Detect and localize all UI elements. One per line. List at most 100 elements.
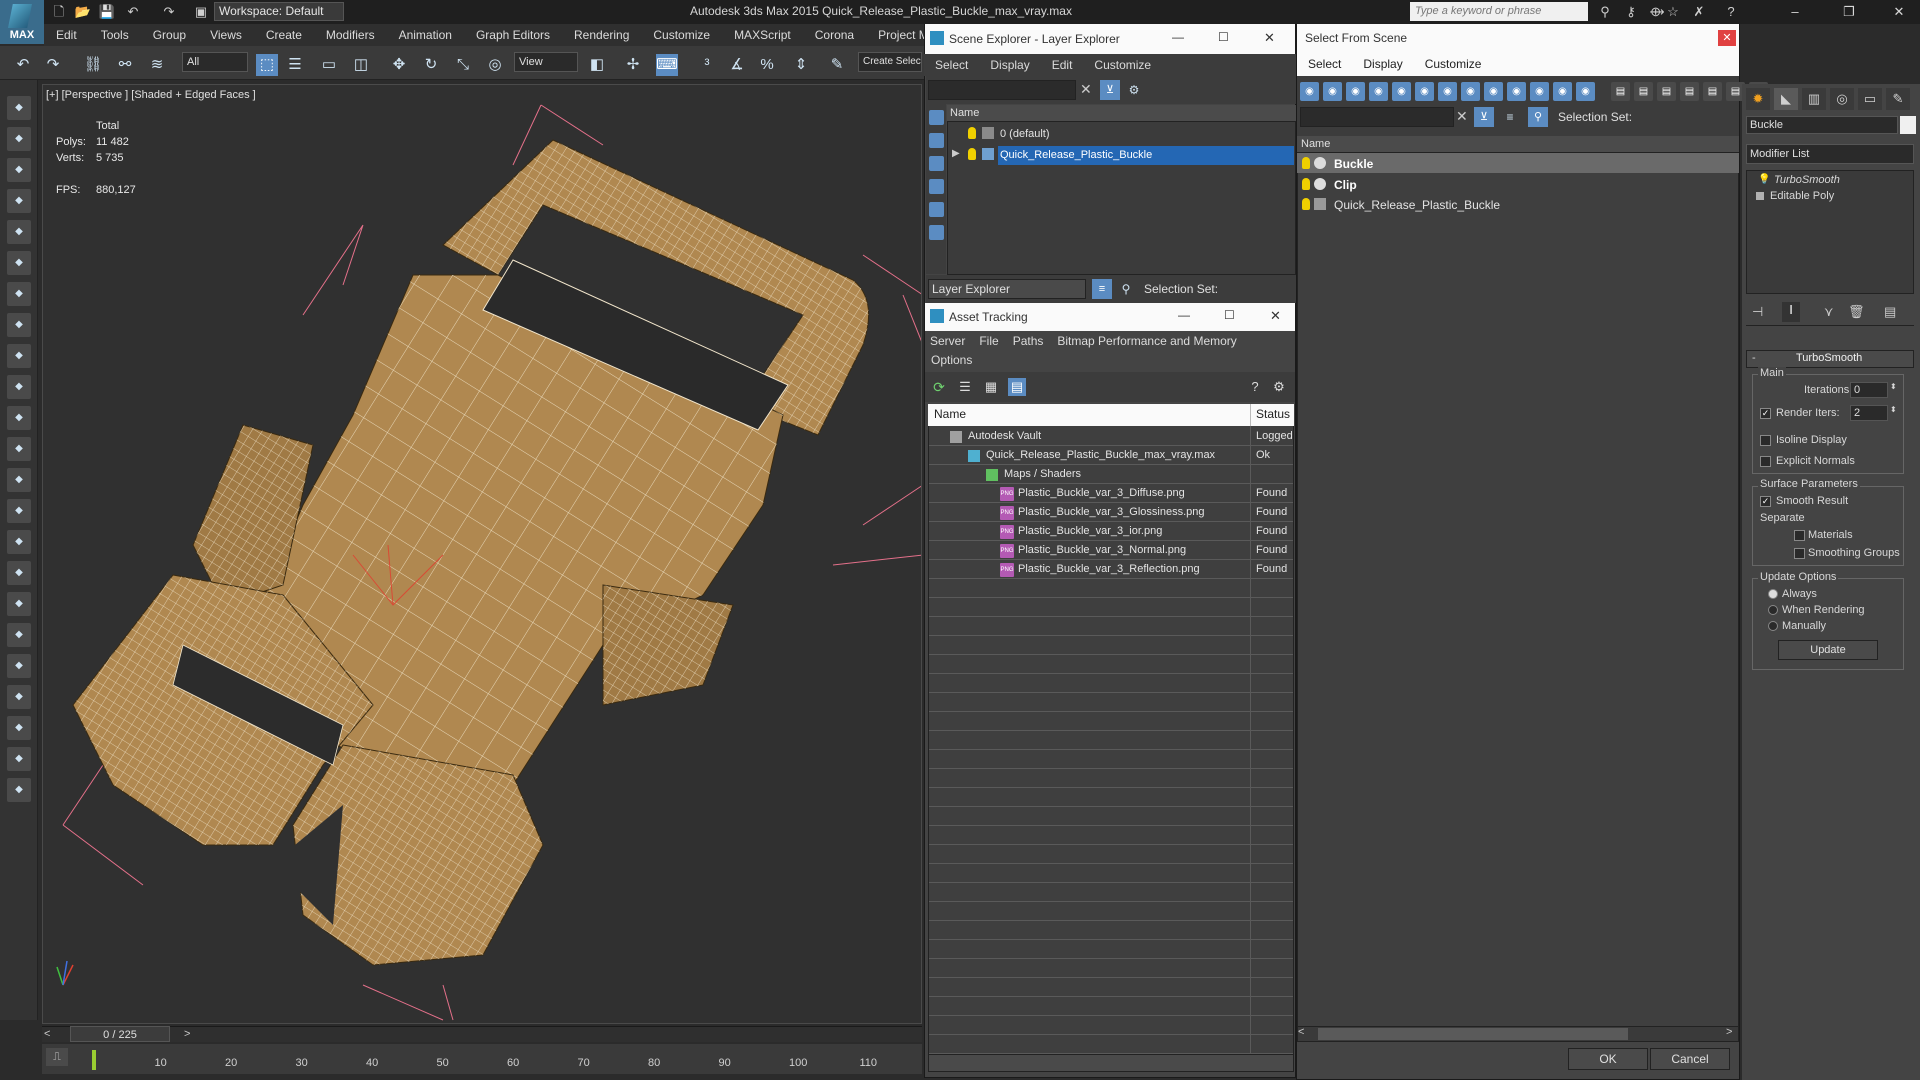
light-bulb-icon[interactable]: [1302, 178, 1310, 190]
comm-center-icon[interactable]: ✗: [1690, 3, 1708, 21]
filter-invert-icon[interactable]: ▤: [1634, 82, 1653, 101]
expand-arrow-icon[interactable]: ▶: [952, 148, 960, 159]
menu-edit[interactable]: Edit: [44, 28, 89, 42]
dope-sheet-icon[interactable]: ◆: [7, 561, 31, 585]
explorer-type-dropdown[interactable]: Layer Explorer: [928, 279, 1086, 299]
tab-utilities-icon[interactable]: ✎: [1886, 88, 1910, 110]
scale-tool-icon[interactable]: ◆: [7, 251, 31, 275]
smoothing-groups-checkbox[interactable]: [1794, 548, 1805, 559]
se-search-input[interactable]: [928, 80, 1076, 100]
open-file-icon[interactable]: 📂: [74, 3, 92, 21]
manually-radio[interactable]: [1768, 621, 1778, 631]
display-geometry-icon[interactable]: [929, 133, 944, 148]
menu-corona[interactable]: Corona: [803, 28, 866, 42]
spacing-tool-icon[interactable]: ◆: [7, 406, 31, 430]
layer-row[interactable]: Quick_Release_Plastic_Buckle: [1000, 149, 1152, 161]
list-view-icon[interactable]: ☰: [956, 378, 974, 396]
ssf-filter-icon[interactable]: ⊻: [1474, 107, 1494, 127]
make-unique-icon[interactable]: ⋎: [1824, 304, 1834, 320]
menu-maxscript[interactable]: MAXScript: [722, 28, 803, 42]
show-end-result-icon[interactable]: I: [1782, 302, 1800, 322]
close-button[interactable]: ✕: [1884, 2, 1914, 22]
spinner-snap-icon[interactable]: ⇕: [790, 54, 812, 76]
display-helpers-icon[interactable]: [929, 225, 944, 240]
menu-graph-editors[interactable]: Graph Editors: [464, 28, 562, 42]
pin-stack-icon[interactable]: ⊣: [1752, 304, 1763, 320]
select-object-icon[interactable]: ⬚: [256, 54, 278, 76]
material-editor-icon[interactable]: ◆: [7, 158, 31, 182]
snapshot-tool-icon[interactable]: ◆: [7, 375, 31, 399]
xref-tool-icon[interactable]: ◆: [7, 654, 31, 678]
move-tool-icon[interactable]: ◆: [7, 220, 31, 244]
modifier-bulb-icon[interactable]: 💡: [1758, 174, 1770, 185]
filter-space-warps-icon[interactable]: ◉: [1415, 82, 1434, 101]
viewport-label[interactable]: [+] [Perspective ] [Shaded + Edged Faces…: [46, 89, 256, 101]
time-slider-thumb[interactable]: 0 / 225: [70, 1026, 170, 1042]
always-radio[interactable]: [1768, 589, 1778, 599]
mirror-tool-icon[interactable]: ◆: [7, 344, 31, 368]
hatch-tool-icon[interactable]: ◆: [7, 778, 31, 802]
scale-icon[interactable]: ⤡: [452, 54, 474, 76]
update-button[interactable]: Update: [1778, 640, 1878, 660]
modifier-list-dropdown[interactable]: Modifier List: [1746, 144, 1914, 164]
se-minimize-button[interactable]: —: [1172, 30, 1184, 44]
object-name-field[interactable]: Buckle: [1746, 116, 1898, 134]
spinner-arrows-icon[interactable]: ⬍: [1890, 405, 1897, 414]
display-all-icon[interactable]: [929, 110, 944, 125]
rollout-collapse-icon[interactable]: -: [1752, 352, 1756, 364]
menu-modifiers[interactable]: Modifiers: [314, 28, 387, 42]
clone-tool-icon[interactable]: ◆: [7, 437, 31, 461]
display-cameras-icon[interactable]: [929, 202, 944, 217]
at-menu-file[interactable]: File: [979, 334, 1012, 348]
filter-display-all-icon[interactable]: ◉: [1576, 82, 1595, 101]
selection-filter-dropdown[interactable]: All: [182, 52, 248, 72]
menu-tools[interactable]: Tools: [89, 28, 141, 42]
menu-animation[interactable]: Animation: [387, 28, 464, 42]
asset-name-cell[interactable]: Plastic_Buckle_var_3_ior.png: [1018, 525, 1162, 537]
ssf-hierarchy-icon[interactable]: ⚲: [1528, 107, 1548, 127]
ssf-menu-customize[interactable]: Customize: [1414, 57, 1493, 71]
undo-icon[interactable]: ↶: [124, 3, 142, 21]
se-menu-customize[interactable]: Customize: [1083, 58, 1162, 72]
render-iters-spinner[interactable]: 2: [1850, 405, 1888, 421]
ssf-menu-display[interactable]: Display: [1352, 57, 1413, 71]
at-menu-server[interactable]: Server: [930, 334, 979, 348]
restore-button[interactable]: ❐: [1834, 2, 1864, 22]
angle-snap-icon[interactable]: ∡: [726, 54, 748, 76]
object-properties-icon[interactable]: ◆: [7, 189, 31, 213]
asset-name-cell[interactable]: Plastic_Buckle_var_3_Diffuse.png: [1018, 487, 1185, 499]
color-clipboard-icon[interactable]: ◆: [7, 716, 31, 740]
render-frame-icon[interactable]: ◆: [7, 127, 31, 151]
materials-checkbox[interactable]: [1794, 530, 1805, 541]
asset-name-cell[interactable]: Plastic_Buckle_var_3_Glossiness.png: [1018, 506, 1205, 518]
array-tool-icon[interactable]: ◆: [7, 313, 31, 337]
at-name-column[interactable]: Name: [934, 407, 966, 421]
ok-button[interactable]: OK: [1568, 1048, 1648, 1070]
filter-geometry-icon[interactable]: ◉: [1300, 82, 1319, 101]
help-search-input[interactable]: Type a keyword or phrase: [1410, 2, 1588, 21]
filter-helpers-icon[interactable]: ◉: [1392, 82, 1411, 101]
help-icon[interactable]: ?: [1246, 378, 1264, 396]
smooth-result-checkbox[interactable]: ✓: [1760, 496, 1771, 507]
reference-coordinate-dropdown[interactable]: View: [514, 52, 578, 72]
menu-group[interactable]: Group: [141, 28, 198, 42]
remove-modifier-icon[interactable]: 🗑: [1848, 304, 1865, 320]
clear-search-icon[interactable]: ✕: [1080, 81, 1092, 98]
rotate-icon[interactable]: ↻: [420, 54, 442, 76]
se-close-button[interactable]: ✕: [1264, 30, 1275, 46]
iterations-spinner[interactable]: 0: [1850, 382, 1888, 398]
se-maximize-button[interactable]: ☐: [1218, 30, 1229, 44]
workspace-dropdown[interactable]: Workspace: Default: [214, 2, 344, 21]
filter-dependents-icon[interactable]: ▤: [1703, 82, 1722, 101]
asset-name-cell[interactable]: Maps / Shaders: [1004, 468, 1081, 480]
snaps-toggle-icon[interactable]: ³: [696, 54, 718, 76]
place-icon[interactable]: ◎: [484, 54, 506, 76]
table-view-icon[interactable]: ▤: [1008, 378, 1026, 396]
thumbnail-view-icon[interactable]: ▦: [982, 378, 1000, 396]
move-icon[interactable]: ✥: [388, 54, 410, 76]
stack-item-turbosmooth[interactable]: TurboSmooth: [1774, 174, 1840, 186]
when-rendering-radio[interactable]: [1768, 605, 1778, 615]
ssf-scroll-thumb[interactable]: [1318, 1028, 1628, 1040]
ssf-close-button[interactable]: ✕: [1718, 30, 1736, 46]
rectangle-selection-icon[interactable]: ▭: [318, 54, 340, 76]
